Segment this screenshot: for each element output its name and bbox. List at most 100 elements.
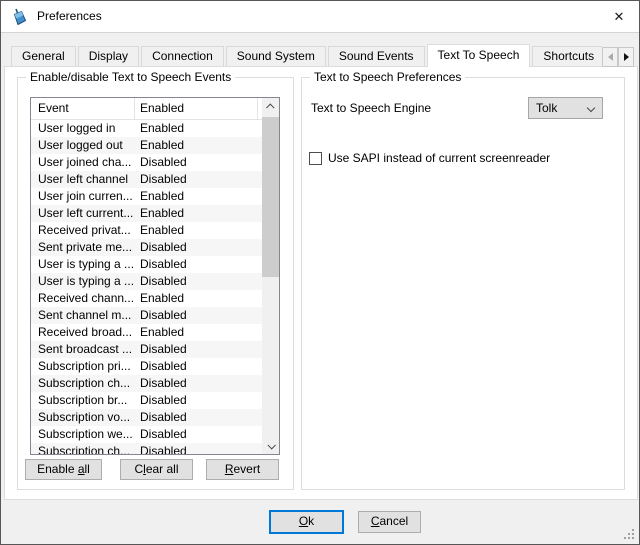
chevron-down-icon [267,441,275,449]
close-icon[interactable]: ✕ [608,8,630,26]
event-cell: Subscription pri... [31,358,135,375]
revert-button[interactable]: Revert [206,459,279,480]
enabled-cell: Disabled [135,239,187,256]
event-cell: Subscription ch... [31,443,135,454]
enabled-cell: Enabled [135,290,184,307]
enabled-cell: Disabled [135,307,187,324]
label-part: C [134,462,143,476]
tab-connection[interactable]: Connection [141,46,224,66]
list-scrollbar[interactable] [262,98,279,454]
event-cell: Subscription vo... [31,409,135,426]
list-item[interactable]: User joined cha...Disabled [31,154,262,171]
label-part: evert [233,462,260,476]
list-item[interactable]: Subscription br...Disabled [31,392,262,409]
list-item[interactable]: Subscription we...Disabled [31,426,262,443]
enabled-cell: Enabled [135,324,184,341]
resize-grip[interactable] [624,529,635,540]
event-cell: User logged in [31,120,135,137]
event-cell: Subscription ch... [31,375,135,392]
tab-shortcuts[interactable]: Shortcuts [532,46,602,66]
label-part: k [308,514,314,528]
event-list-body: User logged inEnabledUser logged outEnab… [31,120,262,454]
event-cell: User logged out [31,137,135,154]
enabled-cell: Enabled [135,120,184,137]
list-item[interactable]: User is typing a ...Disabled [31,273,262,290]
tts-events-list: Event Enabled User logged inEnabledUser … [30,97,280,455]
event-cell: Sent channel m... [31,307,135,324]
left-triangle [608,53,613,61]
label-part: ll [85,462,90,476]
list-item[interactable]: Subscription ch...Disabled [31,375,262,392]
title-bar: Preferences ✕ [1,1,639,33]
sapi-checkbox-label[interactable]: Use SAPI instead of current screenreader [328,146,550,170]
scroll-down-icon[interactable] [262,437,279,454]
app-icon [11,8,28,26]
list-item[interactable]: Sent broadcast ...Disabled [31,341,262,358]
list-item[interactable]: User join curren...Enabled [31,188,262,205]
list-item[interactable]: User left channelDisabled [31,171,262,188]
enable-all-button[interactable]: Enable all [25,459,102,480]
grip-dots [624,529,626,531]
preferences-dialog: Preferences ✕ GeneralDisplayConnectionSo… [0,0,640,545]
cancel-button[interactable]: Cancel [358,511,421,533]
list-item[interactable]: Received chann...Enabled [31,290,262,307]
column-header-enabled[interactable]: Enabled [135,98,258,119]
engine-dropdown[interactable]: Tolk [528,97,603,119]
tab-scroll-right-icon[interactable] [618,47,634,67]
scroll-up-icon[interactable] [262,98,279,115]
list-item[interactable]: User left current...Enabled [31,205,262,222]
event-cell: User is typing a ... [31,273,135,290]
event-cell: Sent private me... [31,239,135,256]
ok-button[interactable]: Ok [269,510,344,534]
enabled-cell: Disabled [135,341,187,358]
enabled-cell: Disabled [135,358,187,375]
list-item[interactable]: Received broad...Enabled [31,324,262,341]
clear-all-button[interactable]: Clear all [120,459,193,480]
event-cell: User is typing a ... [31,256,135,273]
event-cell: Subscription we... [31,426,135,443]
list-item[interactable]: User logged outEnabled [31,137,262,154]
list-item[interactable]: Sent private me...Disabled [31,239,262,256]
event-cell: Received broad... [31,324,135,341]
event-cell: Received chann... [31,290,135,307]
tab-scroll-left-icon[interactable] [602,47,618,67]
list-item[interactable]: Subscription vo...Disabled [31,409,262,426]
enabled-cell: Enabled [135,137,184,154]
tab-general[interactable]: General [11,46,76,66]
tab-display[interactable]: Display [78,46,139,66]
event-cell: User left channel [31,171,135,188]
label-part: ear all [146,462,179,476]
tab-scroller [602,47,634,67]
tts-preferences-group-label: Text to Speech Preferences [310,70,465,84]
label-part: ancel [379,514,408,528]
event-cell: Sent broadcast ... [31,341,135,358]
right-triangle [624,53,629,61]
enabled-cell: Disabled [135,443,187,454]
tts-events-group-label: Enable/disable Text to Speech Events [26,70,235,84]
enabled-cell: Disabled [135,409,187,426]
tab-sound-events[interactable]: Sound Events [328,46,425,66]
scrollbar-thumb[interactable] [262,117,279,277]
enabled-cell: Enabled [135,188,184,205]
list-item[interactable]: User is typing a ...Disabled [31,256,262,273]
window-title: Preferences [37,1,102,32]
list-item[interactable]: Subscription pri...Disabled [31,358,262,375]
sapi-checkbox[interactable] [309,152,322,165]
enabled-cell: Disabled [135,375,187,392]
column-header-event[interactable]: Event [31,98,135,119]
enabled-cell: Enabled [135,222,184,239]
event-cell: User join curren... [31,188,135,205]
enabled-cell: Enabled [135,205,184,222]
chevron-up-icon [266,103,274,111]
label-part: Enable [37,462,78,476]
tab-text-to-speech[interactable]: Text To Speech [427,44,531,67]
label-part: a [78,462,85,476]
list-item[interactable]: Subscription ch...Disabled [31,443,262,454]
enabled-cell: Disabled [135,426,187,443]
list-item[interactable]: User logged inEnabled [31,120,262,137]
event-cell: User joined cha... [31,154,135,171]
list-item[interactable]: Sent channel m...Disabled [31,307,262,324]
list-item[interactable]: Received privat...Enabled [31,222,262,239]
engine-dropdown-value: Tolk [536,98,557,118]
tab-sound-system[interactable]: Sound System [226,46,326,66]
